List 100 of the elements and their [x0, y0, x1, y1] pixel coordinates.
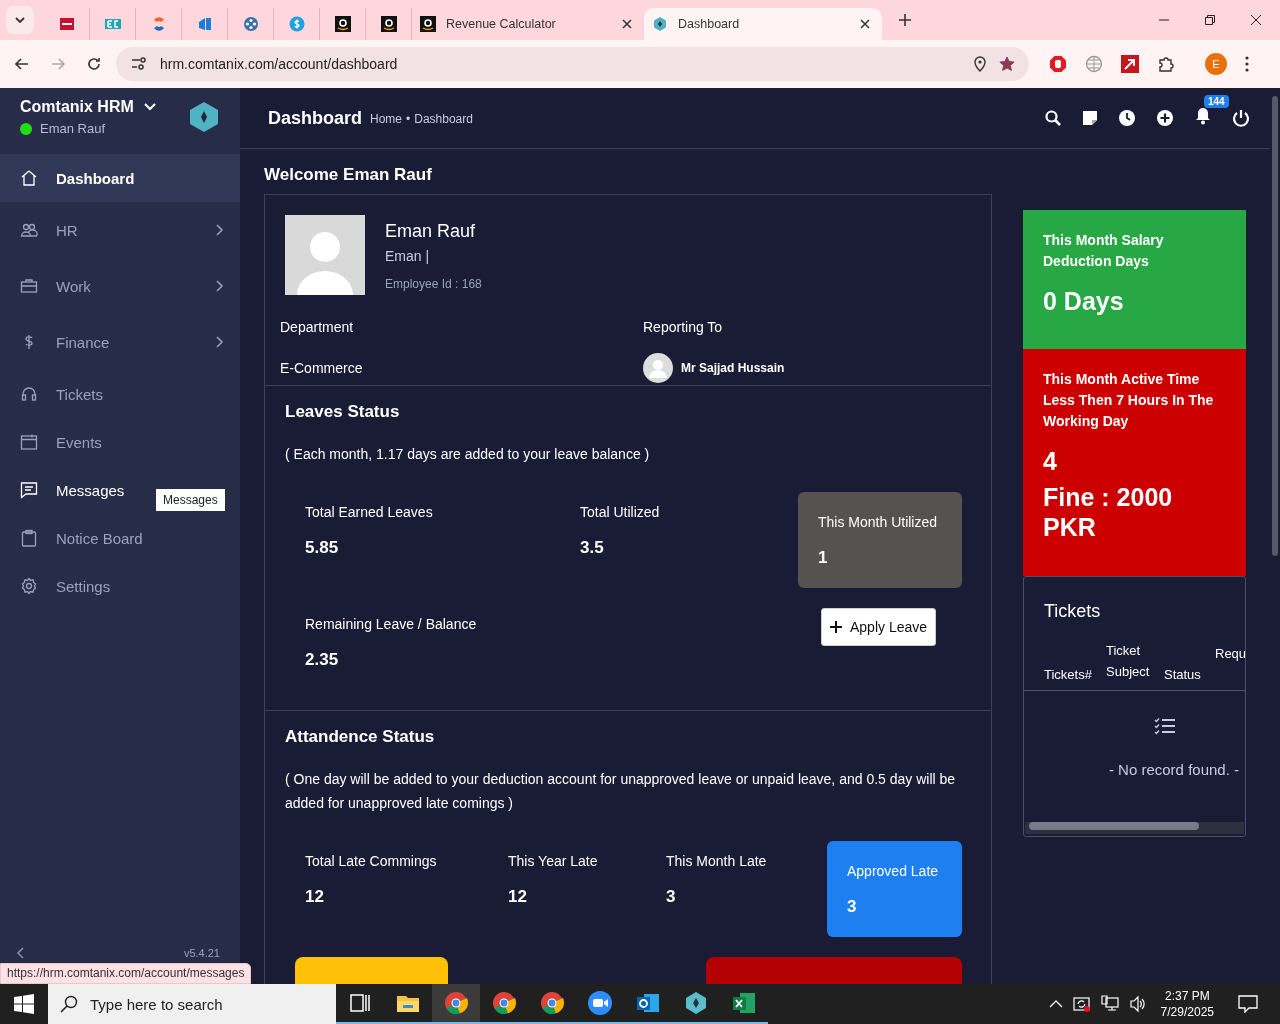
note-icon[interactable] — [1082, 110, 1098, 126]
sidebar-item[interactable]: Finance — [0, 314, 240, 370]
stat-label: This Month Late — [666, 853, 768, 869]
column-header[interactable]: Tickets# — [1044, 667, 1092, 682]
chevron-right-icon — [216, 280, 224, 292]
notification-badge: 144 — [1204, 95, 1229, 108]
chevron-up-icon[interactable] — [1048, 999, 1063, 1009]
dots-icon — [242, 16, 259, 32]
clock-date[interactable]: 7/29/2025 — [1160, 1005, 1214, 1019]
section-title: Attandence Status — [285, 727, 436, 747]
brand-name: Comtanix HRM — [20, 98, 134, 116]
tab-title: Dashboard — [678, 17, 741, 31]
search-icon[interactable] — [1044, 109, 1062, 127]
employee-nickname: Eman | — [385, 248, 431, 264]
spreadsheet-app-icon — [731, 990, 757, 1016]
browser-icon — [443, 990, 469, 1016]
column-header[interactable]: Requ — [1215, 646, 1245, 661]
reload-icon[interactable] — [86, 56, 102, 72]
stat-label: Total Earned Leaves — [305, 504, 434, 520]
clock-icon[interactable] — [1118, 109, 1136, 127]
people-icon — [20, 221, 38, 239]
tooltip: Messages — [156, 489, 225, 511]
sidebar-item[interactable]: Tickets — [0, 370, 240, 418]
sync-icon[interactable] — [1072, 995, 1091, 1013]
tab-search-button[interactable] — [6, 6, 34, 34]
employee-id: Employee Id : 168 — [385, 277, 482, 291]
sidebar-item[interactable]: Dashboard — [0, 154, 240, 202]
clock-time[interactable]: 2:37 PM — [1164, 989, 1210, 1003]
close-icon[interactable] — [622, 19, 632, 29]
stat-value: 1 — [818, 548, 829, 568]
taskbar-search-field[interactable]: Type here to search — [48, 984, 336, 1024]
address-bar[interactable]: hrm.comtanix.com/account/dashboard — [116, 47, 1029, 81]
network-icon[interactable] — [1100, 995, 1119, 1013]
coin-icon — [288, 16, 305, 32]
apply-leave-button[interactable]: Apply Leave — [821, 608, 937, 646]
panel-title: Tickets — [1044, 601, 1102, 622]
bell-icon[interactable] — [1194, 107, 1212, 125]
taskbar-app[interactable] — [432, 984, 480, 1024]
collapse-icon[interactable] — [16, 947, 24, 959]
manager-name[interactable]: Mr Sajjad Hussain — [681, 361, 785, 375]
stat-value: 12 — [305, 887, 325, 907]
sidebar-item[interactable]: Work — [0, 258, 240, 314]
sidebar-item[interactable]: Notice Board — [0, 514, 240, 562]
close-icon[interactable] — [860, 19, 870, 29]
globe-icon[interactable] — [1085, 55, 1103, 73]
home-icon — [20, 169, 38, 187]
search-icon — [60, 995, 78, 1013]
manager-avatar-icon — [643, 353, 673, 383]
volume-icon[interactable] — [1128, 995, 1147, 1013]
stat-label: This Year Late — [508, 853, 599, 869]
breadcrumb-link[interactable]: Dashboard — [414, 112, 473, 126]
hexagon-logo-icon — [188, 101, 220, 133]
extensions-icon[interactable] — [1157, 55, 1175, 73]
user-name: Eman Rauf — [40, 121, 106, 136]
power-icon[interactable] — [1232, 109, 1250, 127]
chevron-down-icon[interactable] — [143, 103, 156, 111]
stat-value: 3.5 — [580, 538, 605, 558]
sidebar-item[interactable]: Events — [0, 418, 240, 466]
briefcase-icon — [20, 277, 38, 295]
location-icon[interactable] — [973, 56, 987, 72]
bookmark-star-icon[interactable] — [999, 56, 1015, 72]
stop-hand-icon[interactable] — [1049, 55, 1067, 73]
department-value: E-Commerce — [280, 360, 364, 376]
breadcrumb-separator: • — [406, 112, 411, 126]
start-icon[interactable] — [14, 994, 34, 1014]
menu-icon[interactable] — [1245, 56, 1249, 72]
sidebar-item[interactable]: Settings — [0, 562, 240, 610]
hexagon-icon — [683, 990, 709, 1016]
stat-label: Total Utilized — [580, 504, 661, 520]
smile-logo-icon — [334, 16, 351, 32]
notifications-icon[interactable] — [1238, 995, 1258, 1013]
stat-value: 12 — [508, 887, 528, 907]
sidebar-item[interactable]: Messages Messages — [0, 466, 240, 514]
avatar-icon — [285, 215, 365, 295]
chevron-right-icon — [216, 336, 224, 348]
column-header[interactable]: Status — [1164, 667, 1201, 682]
new-tab-icon[interactable] — [898, 13, 912, 27]
column-header[interactable]: Ticket Subject — [1106, 640, 1160, 682]
site-settings-icon[interactable] — [130, 56, 148, 72]
stat-value: 3 — [847, 897, 858, 917]
smile-logo-icon — [420, 16, 436, 32]
stat-label: Approved Late — [847, 863, 940, 879]
version-text: v5.4.21 — [183, 947, 220, 959]
add-icon[interactable] — [1156, 109, 1174, 127]
browser-tab[interactable]: Dashboard — [644, 8, 882, 40]
browser-tab[interactable]: Revenue Calculator — [412, 8, 644, 40]
card-title: This Month Active Time Less Then 7 Hours In The Working Day — [1043, 370, 1215, 431]
arrow-app-icon[interactable] — [1121, 55, 1139, 73]
close-icon[interactable] — [1250, 14, 1262, 26]
breadcrumb-link[interactable]: Home — [370, 112, 403, 126]
checklist-icon — [1154, 717, 1176, 735]
square-logo-icon — [58, 16, 75, 32]
horizontal-scrollbar[interactable] — [1025, 822, 1244, 834]
plus-icon — [830, 621, 842, 633]
back-icon[interactable] — [14, 56, 30, 72]
sidebar-item[interactable]: HR — [0, 202, 240, 258]
restore-icon[interactable] — [1204, 14, 1216, 26]
stat-label: Total Late Commings — [305, 853, 438, 869]
stat-value: 2.35 — [305, 650, 340, 670]
clipboard-icon — [20, 529, 38, 547]
